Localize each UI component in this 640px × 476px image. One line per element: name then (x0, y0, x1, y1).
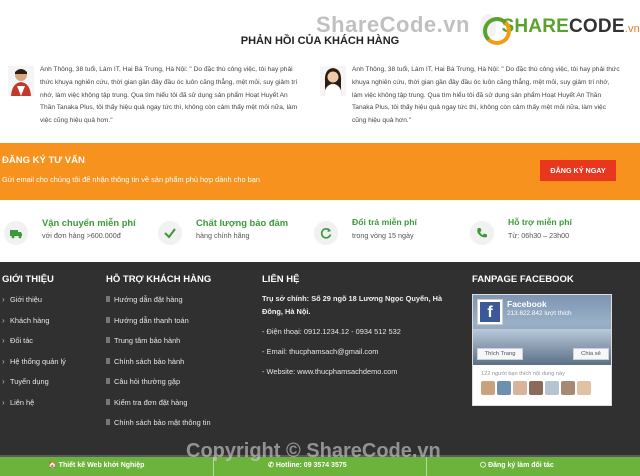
feature-desc: với đơn hàng >600.000đ (42, 231, 121, 240)
avatar (545, 381, 559, 395)
footer-link[interactable]: Câu hỏi thường gặp (106, 375, 246, 396)
footer-link[interactable]: Chính sách bảo hành (106, 355, 246, 376)
feature-title: Vận chuyển miễn phí (42, 217, 136, 228)
contact-address: Trụ sở chính: Số 29 ngõ 18 Lương Ngọc Qu… (262, 294, 443, 316)
avatar (529, 381, 543, 395)
feedback-item: Anh Thông, 38 tuổi, Làm IT, Hai Bà Trưng… (320, 64, 620, 128)
consult-banner: ĐĂNG KÝ TƯ VẤN Gửi email cho chúng tôi đ… (0, 143, 640, 200)
footer-link[interactable]: Hệ thống quản lý (2, 355, 92, 376)
facebook-logo[interactable]: f (477, 299, 503, 325)
feedback-item: Anh Thông, 38 tuổi, Làm IT, Hai Bà Trưng… (8, 64, 308, 128)
footer-fanpage-column: FANPAGE FACEBOOK (472, 274, 640, 293)
contact-website: - Website: www.thucphamsachdemo.com (262, 367, 398, 376)
feature-desc: Từ: 06h30 – 23h00 (508, 231, 570, 240)
customer-avatar (8, 66, 34, 96)
footer-link[interactable]: Chính sách bảo mật thông tin (106, 416, 246, 437)
partner-register-link[interactable]: ⬡ Đăng ký làm đối tác (480, 461, 554, 469)
footer-support-column: HỖ TRỢ KHÁCH HÀNG Hướng dẫn đặt hàng Hướ… (106, 274, 246, 437)
footer-link[interactable]: Kiểm tra đơn đặt hàng (106, 396, 246, 417)
truck-icon (4, 221, 28, 245)
facebook-like-button[interactable]: Thích Trang (477, 348, 523, 360)
footer-heading: HỖ TRỢ KHÁCH HÀNG (106, 274, 212, 285)
register-now-button[interactable]: ĐĂNG KÝ NGAY (540, 160, 616, 181)
feature-title: Đổi trả miễn phí (352, 217, 417, 227)
feature-title: Hỗ trợ miễn phí (508, 217, 572, 227)
feature-quality: Chất lượng bảo đảm hàng chính hãng (158, 200, 318, 262)
feature-desc: hàng chính hãng (196, 231, 250, 240)
footer-heading: FANPAGE FACEBOOK (472, 274, 574, 285)
facebook-friend-avatars (481, 381, 593, 395)
avatar (577, 381, 591, 395)
feedback-text: Anh Thông, 38 tuổi, Làm IT, Hai Bà Trưng… (40, 66, 298, 125)
web-design-link[interactable]: 🏠 Thiết kế Web khởi Nghiệp (48, 461, 144, 469)
footer-link[interactable]: Liên hệ (2, 396, 92, 417)
facebook-share-button[interactable]: Chia sẻ (573, 348, 609, 360)
footer-link[interactable]: Trung tâm bảo hành (106, 334, 246, 355)
avatar (497, 381, 511, 395)
footer-link[interactable]: Đối tác (2, 334, 92, 355)
facebook-page-widget: f Facebook 213.622.842 lượt thích Thích … (472, 294, 612, 406)
feature-desc: trong vòng 15 ngày (352, 231, 414, 240)
consult-subtitle: Gửi email cho chúng tôi để nhận thông ti… (2, 175, 260, 184)
facebook-page-name[interactable]: Facebook (507, 299, 547, 309)
feature-support: Hỗ trợ miễn phí Từ: 06h30 – 23h00 (470, 200, 630, 262)
contact-email: - Email: thucphamsach@gmail.com (262, 347, 379, 356)
avatar (481, 381, 495, 395)
check-icon (158, 221, 182, 245)
feedback-title: PHẢN HỒI CỦA KHÁCH HÀNG (240, 35, 400, 47)
phone-icon (470, 221, 494, 245)
refresh-icon (314, 221, 338, 245)
footer-heading: LIÊN HỆ (262, 274, 300, 285)
copyright-watermark: Copyright © ShareCode.vn (186, 440, 441, 462)
footer-link[interactable]: Giới thiệu (2, 293, 92, 314)
footer-intro-column: GIỚI THIỆU Giới thiệu Khách hàng Đối tác… (2, 274, 92, 416)
contact-phone: - Điện thoại: 0912.1234.12 - 0934 512 53… (262, 327, 401, 336)
facebook-friends-text: 122 người bạn thích nội dung này (481, 371, 565, 377)
facebook-like-count: 213.622.842 lượt thích (507, 310, 572, 317)
feedback-text: Anh Thông, 38 tuổi, Làm IT, Hai Bà Trưng… (352, 66, 620, 125)
feature-title: Chất lượng bảo đảm (196, 217, 289, 228)
footer-contact-column: LIÊN HỆ Trụ sở chính: Số 29 ngõ 18 Lương… (262, 274, 452, 378)
avatar (561, 381, 575, 395)
avatar (513, 381, 527, 395)
footer-heading: GIỚI THIỆU (2, 274, 54, 285)
consult-title: ĐĂNG KÝ TƯ VẤN (2, 155, 85, 166)
footer-link[interactable]: Tuyển dụng (2, 375, 92, 396)
footer-link[interactable]: Hướng dẫn đặt hàng (106, 293, 246, 314)
footer-link[interactable]: Khách hàng (2, 314, 92, 335)
feature-shipping: Vận chuyển miễn phí với đơn hàng >600.00… (4, 200, 164, 262)
footer-link[interactable]: Hướng dẫn thanh toán (106, 314, 246, 335)
feature-returns: Đổi trả miễn phí trong vòng 15 ngày (314, 200, 474, 262)
customer-avatar (320, 66, 346, 96)
